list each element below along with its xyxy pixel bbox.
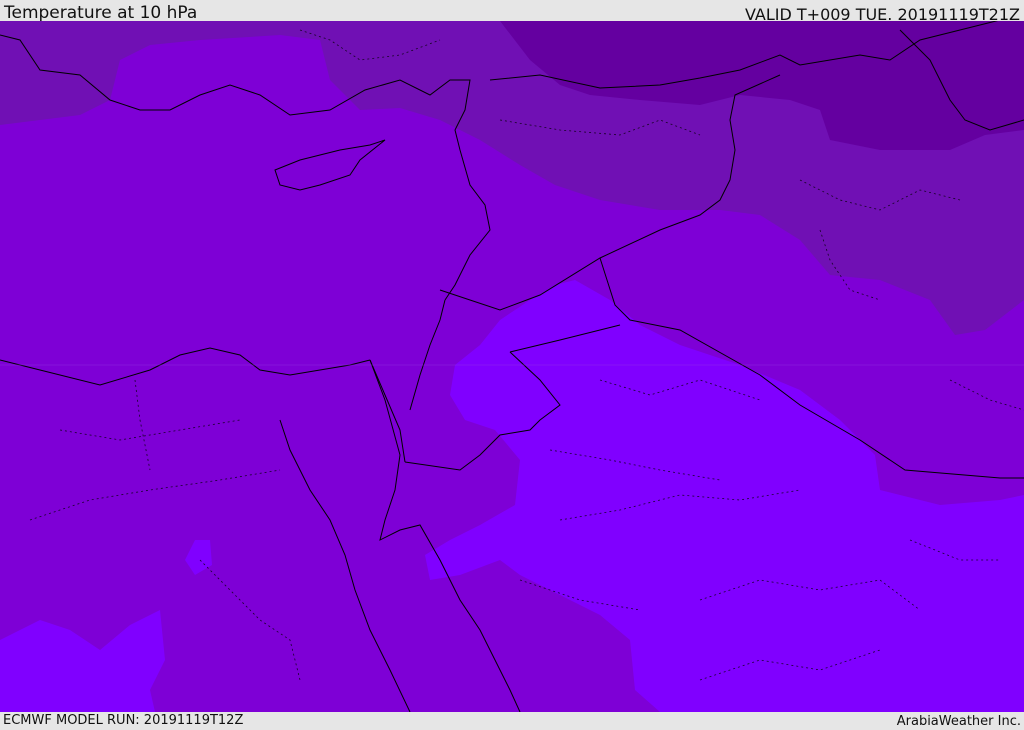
map-header: Temperature at 10 hPa VALID T+009 TUE. 2… — [0, 0, 1024, 24]
credit-label: ArabiaWeather Inc. — [896, 714, 1021, 729]
map-footer: ECMWF MODEL RUN: 20191119T12Z ArabiaWeat… — [0, 712, 1024, 729]
model-run-label: ECMWF MODEL RUN: 20191119T12Z — [3, 713, 244, 728]
temperature-map-svg — [0, 21, 1024, 712]
weather-map — [0, 21, 1024, 712]
